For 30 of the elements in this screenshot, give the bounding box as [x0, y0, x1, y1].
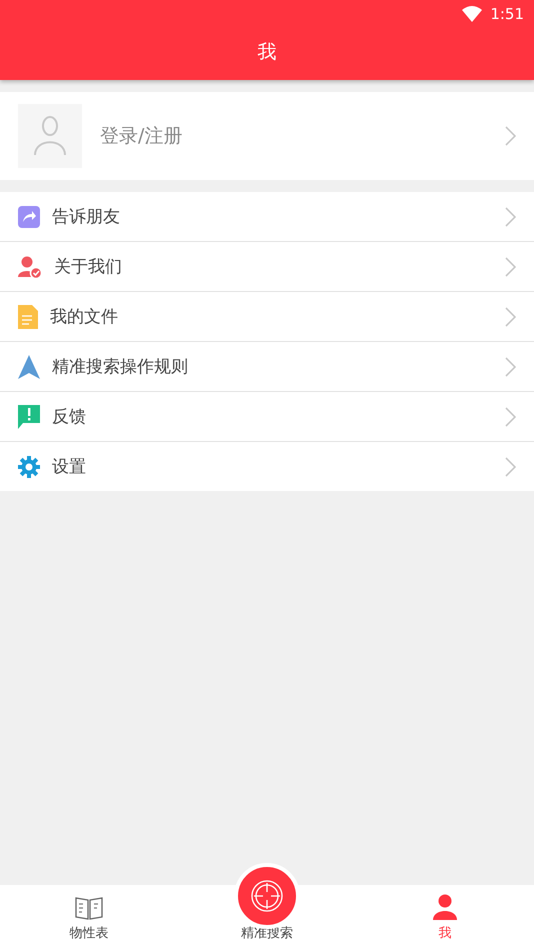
- chevron-right-icon: [505, 206, 516, 226]
- chevron-right-icon: [505, 306, 516, 326]
- menu-item[interactable]: 我的文件: [0, 292, 534, 342]
- chevron-right-icon: [505, 126, 516, 146]
- user-outline-icon: [34, 116, 66, 156]
- chevron-right-icon: [505, 256, 516, 276]
- crosshair-icon: [250, 879, 284, 913]
- nav-tab[interactable]: 物性表: [0, 885, 178, 949]
- wifi-icon: [462, 6, 482, 22]
- menu-item[interactable]: 设置: [0, 442, 534, 491]
- menu-item[interactable]: 精准搜索操作规则: [0, 342, 534, 392]
- status-time: 1:51: [490, 5, 524, 23]
- login-label: 登录/注册: [100, 124, 184, 149]
- menu-item[interactable]: 反馈: [0, 392, 534, 442]
- document-icon: [18, 304, 38, 328]
- menu-item[interactable]: 关于我们: [0, 242, 534, 292]
- person-icon: [433, 894, 457, 920]
- nav-tab[interactable]: 我: [356, 885, 534, 949]
- settings-icon: [18, 456, 40, 478]
- menu-item[interactable]: 告诉朋友: [0, 192, 534, 242]
- navigation-arrow-icon: [18, 354, 40, 378]
- chevron-right-icon: [505, 406, 516, 426]
- user-check-icon: [18, 254, 42, 278]
- feedback-icon: [18, 404, 40, 428]
- login-card[interactable]: 登录/注册: [0, 92, 534, 180]
- share-icon: [18, 206, 40, 228]
- chevron-right-icon: [505, 456, 516, 476]
- page-title: 我: [258, 40, 276, 65]
- book-icon: [75, 896, 103, 920]
- chevron-right-icon: [505, 356, 516, 376]
